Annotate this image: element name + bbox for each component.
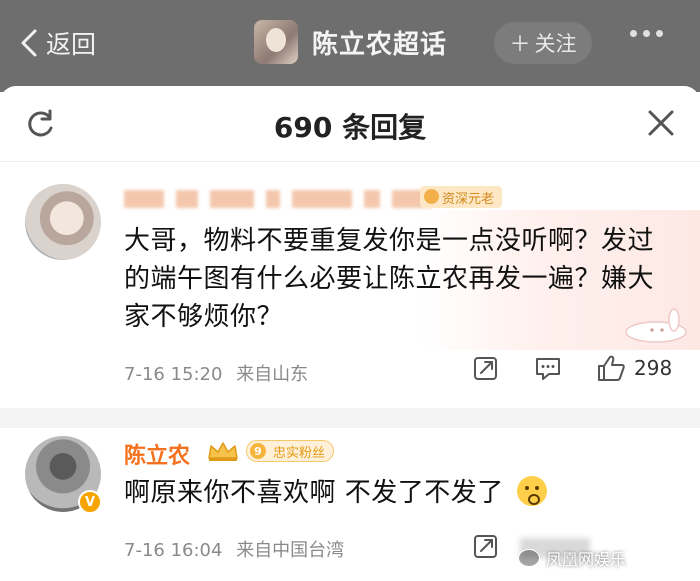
comment-location: 来自山东 — [236, 364, 309, 385]
like-button[interactable]: 298 — [596, 354, 672, 382]
weibo-logo-icon — [518, 549, 540, 567]
verified-badge: V — [78, 490, 102, 514]
top-bar: 返回 陈立农超话 ＋ 关注 — [0, 0, 700, 92]
replies-count-title: 690 条回复 — [273, 111, 427, 144]
comment-divider — [0, 408, 700, 428]
chevron-left-icon — [21, 29, 37, 57]
back-label: 返回 — [46, 30, 97, 59]
watermark: 凤凰网娱乐 — [518, 546, 626, 570]
follow-label: 关注 — [534, 32, 577, 56]
replies-sheet: 690 条回复 资深元老 大哥，物料不要重复发你是一点没听啊？发过的端午图有什么… — [0, 86, 700, 581]
back-button[interactable]: 返回 — [18, 22, 96, 64]
sheet-header: 690 条回复 — [0, 86, 700, 162]
topic-header[interactable]: 陈立农超话 — [254, 20, 447, 64]
like-count: 298 — [634, 356, 673, 380]
follow-button[interactable]: ＋ 关注 — [494, 22, 592, 64]
comment-meta: 7-16 16:04 来自中国台湾 — [124, 536, 344, 562]
share-icon[interactable] — [472, 532, 500, 560]
plus-icon: ＋ — [509, 32, 531, 56]
comment-location: 来自中国台湾 — [236, 540, 345, 561]
comment-time: 7-16 16:04 — [124, 540, 223, 561]
share-icon[interactable] — [472, 354, 500, 382]
username[interactable]: 陈立农 — [124, 438, 190, 470]
watermark-text: 凤凰网娱乐 — [546, 550, 627, 569]
comment-actions: 298 — [472, 354, 672, 382]
crown-icon — [208, 442, 238, 461]
topic-avatar — [254, 20, 298, 64]
topic-title: 陈立农超话 — [312, 29, 448, 60]
comment-text: 啊原来你不喜欢啊 不发了不发了 — [124, 474, 684, 512]
avatar[interactable] — [25, 184, 101, 260]
thumbs-up-icon — [598, 355, 625, 381]
username-redacted[interactable] — [124, 186, 432, 212]
comment-text-content: 啊原来你不喜欢啊 不发了不发了 — [124, 478, 504, 508]
fan-level-badge: 9 忠实粉丝 — [246, 440, 335, 462]
comment-item: 资深元老 大哥，物料不要重复发你是一点没听啊？发过的端午图有什么必要让陈立农再发… — [0, 180, 700, 408]
more-dots-icon[interactable] — [630, 30, 663, 37]
comment-meta: 7-16 15:20 来自山东 — [124, 360, 308, 386]
fan-level-number: 9 — [250, 443, 266, 459]
close-icon[interactable] — [646, 108, 676, 138]
fan-level-label: 忠实粉丝 — [273, 445, 326, 461]
senior-member-badge: 资深元老 — [420, 186, 503, 208]
comment-time: 7-16 15:20 — [124, 364, 223, 385]
comment-text: 大哥，物料不要重复发你是一点没听啊？发过的端午图有什么必要让陈立农再发一遍？嫌大… — [124, 226, 655, 332]
worried-face-emoji-icon — [516, 476, 547, 506]
comment-icon[interactable] — [534, 354, 562, 382]
